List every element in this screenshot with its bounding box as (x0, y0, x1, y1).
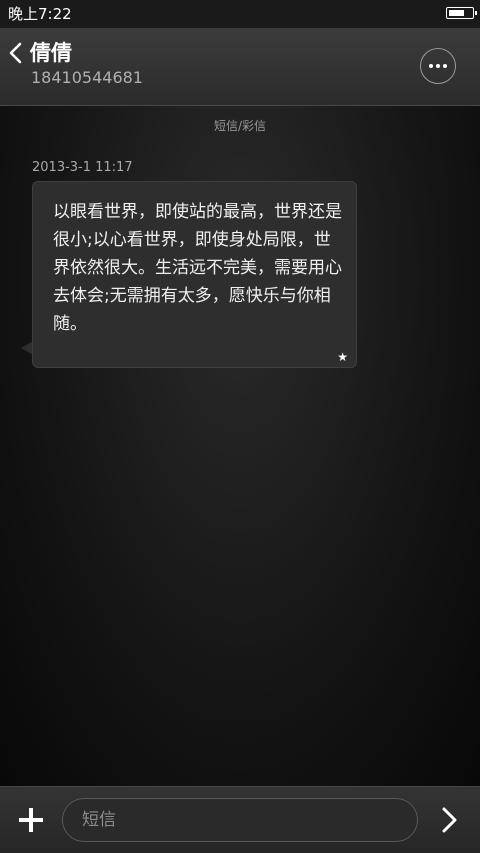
more-button[interactable] (420, 48, 456, 84)
message-timestamp: 2013-3-1 11:17 (32, 160, 133, 175)
status-bar: 晚上7:22 (0, 0, 480, 28)
conversation-header: 倩倩 18410544681 (0, 28, 480, 106)
chevron-left-icon (9, 42, 22, 64)
sms-input[interactable] (62, 798, 418, 842)
status-time: 晚上7:22 (8, 5, 72, 23)
chevron-right-icon (442, 807, 457, 833)
channel-label: 短信/彩信 (213, 119, 267, 133)
add-attachment-button[interactable] (18, 807, 44, 833)
message-bubble[interactable]: 以眼看世界，即使站的最高，世界还是很小;以心看世界，即使身处局限，世界依然很大。… (32, 181, 357, 368)
send-button[interactable] (436, 805, 462, 835)
composer-bar (0, 786, 480, 853)
battery-icon (446, 7, 477, 19)
battery-level (448, 9, 464, 16)
contact-number: 18410544681 (31, 68, 143, 87)
star-icon: ★ (337, 350, 348, 364)
back-button[interactable] (4, 38, 28, 68)
contact-name[interactable]: 倩倩 (30, 39, 72, 67)
bubble-tail (21, 342, 32, 354)
message-list[interactable]: 短信/彩信 2013-3-1 11:17 以眼看世界，即使站的最高，世界还是很小… (0, 106, 480, 786)
more-dots-icon (429, 64, 433, 68)
message-text: 以眼看世界，即使站的最高，世界还是很小;以心看世界，即使身处局限，世界依然很大。… (53, 202, 342, 334)
